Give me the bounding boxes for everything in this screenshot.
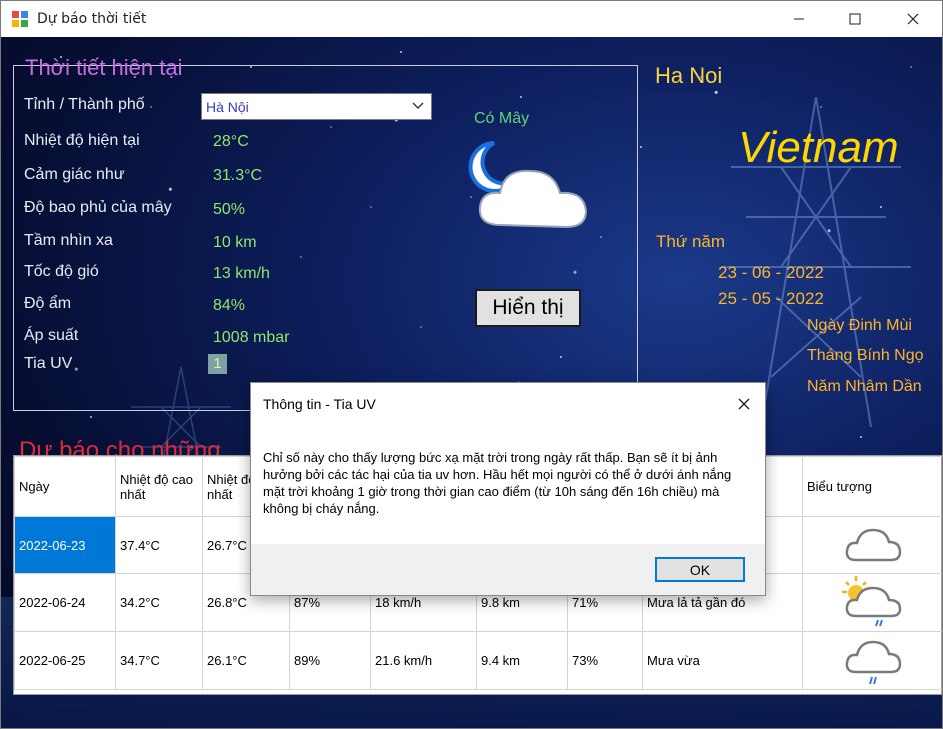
date-cell[interactable]: 2022-06-25 <box>14 631 116 690</box>
temperature-value: 28°C <box>213 133 249 150</box>
current-weather-title: Thời tiết hiện tại <box>25 55 183 80</box>
province-select-value: Hà Nội <box>206 99 249 115</box>
country-name: Vietnam <box>738 123 899 172</box>
col-max-temp-header[interactable]: Nhiệt độ cao nhất <box>115 456 203 517</box>
temperature-label: Nhiệt độ hiện tại <box>24 132 140 149</box>
dialog-title: Thông tin - Tia UV <box>263 396 376 412</box>
description-cell[interactable]: Mưa vừa <box>642 631 803 690</box>
visibility-label: Tầm nhìn xa <box>24 232 113 249</box>
icon-cell[interactable] <box>802 573 942 632</box>
min-temp-cell[interactable]: 26.1°C <box>202 631 290 690</box>
max-temp-cell[interactable]: 34.2°C <box>115 573 203 632</box>
uv-label: Tia UV <box>24 355 73 372</box>
humidity-label: Độ ẩm <box>24 295 72 312</box>
wind-speed-label: Tốc độ gió <box>24 263 99 280</box>
pressure-label: Áp suất <box>24 327 79 344</box>
window-title: Dự báo thời tiết <box>37 11 147 27</box>
date-cell[interactable]: 2022-06-24 <box>14 573 116 632</box>
condition-text: Có Mây <box>474 110 530 127</box>
pressure-value: 1008 mbar <box>213 329 290 346</box>
dialog-message: Chỉ số này cho thấy lượng bức xạ mặt trờ… <box>263 450 732 516</box>
max-temp-cell[interactable]: 34.7°C <box>115 631 203 690</box>
visibility-cell[interactable]: 9.4 km <box>476 631 568 690</box>
solar-date: 23 - 06 - 2022 <box>718 263 824 282</box>
cloud-cell[interactable]: 73% <box>567 631 643 690</box>
visibility-value: 10 km <box>213 234 257 251</box>
wind-speed-value: 13 km/h <box>213 265 270 282</box>
province-label: Tỉnh / Thành phố <box>24 96 145 113</box>
max-temp-cell[interactable]: 37.4°C <box>115 516 203 574</box>
table-row[interactable]: 2022-06-25 34.7°C 26.1°C 89% 21.6 km/h 9… <box>14 631 942 690</box>
ok-button[interactable]: OK <box>655 557 745 582</box>
humidity-value: 84% <box>213 297 246 314</box>
show-button[interactable]: Hiển thị <box>475 289 581 327</box>
uv-info-dialog: Thông tin - Tia UV Chỉ số này cho thấy l… <box>250 382 766 596</box>
rain-cloud-icon <box>845 640 902 685</box>
lunar-date: 25 - 05 - 2022 <box>718 289 824 308</box>
dialog-footer: OK <box>251 544 765 595</box>
province-select[interactable]: Hà Nội <box>201 93 432 120</box>
city-name: Ha Noi <box>655 63 723 88</box>
close-button[interactable] <box>890 1 936 37</box>
maximize-icon <box>849 13 861 25</box>
app-icon <box>12 11 28 27</box>
dialog-close-button[interactable] <box>729 390 759 418</box>
feels-like-label: Cảm giác như <box>24 166 125 183</box>
close-icon <box>907 13 919 25</box>
icon-cell[interactable] <box>802 516 942 574</box>
feels-like-value: 31.3°C <box>213 167 263 184</box>
lunar-day: Ngày Đinh Mùi <box>807 317 912 334</box>
col-date-header[interactable]: Ngày <box>14 456 116 517</box>
app-window: Dự báo thời tiết Thời tiết hiện tại Tỉnh… <box>0 0 943 729</box>
minimize-button[interactable] <box>776 1 822 37</box>
moon-cloud-icon <box>468 141 588 229</box>
title-bar: Dự báo thời tiết <box>1 1 942 37</box>
weekday: Thứ năm <box>656 232 726 251</box>
lunar-year: Năm Nhâm Dần <box>807 378 922 395</box>
cloud-cover-label: Độ bao phủ của mây <box>24 199 172 216</box>
uv-index-button[interactable]: 1 <box>208 354 227 374</box>
maximize-button[interactable] <box>832 1 878 37</box>
icon-cell[interactable] <box>802 631 942 690</box>
lunar-month: Tháng Bính Ngọ <box>807 347 924 364</box>
minimize-icon <box>794 18 804 20</box>
col-icon-header[interactable]: Biểu tượng <box>802 456 942 517</box>
wind-cell[interactable]: 21.6 km/h <box>370 631 477 690</box>
date-cell[interactable]: 2022-06-23 <box>14 516 116 574</box>
chevron-down-icon <box>412 102 424 109</box>
humidity-cell[interactable]: 89% <box>289 631 371 690</box>
cloud-cover-value: 50% <box>213 201 246 218</box>
close-icon <box>738 398 750 410</box>
sun-rain-cloud-icon <box>842 576 902 627</box>
cloud-icon <box>845 528 902 561</box>
